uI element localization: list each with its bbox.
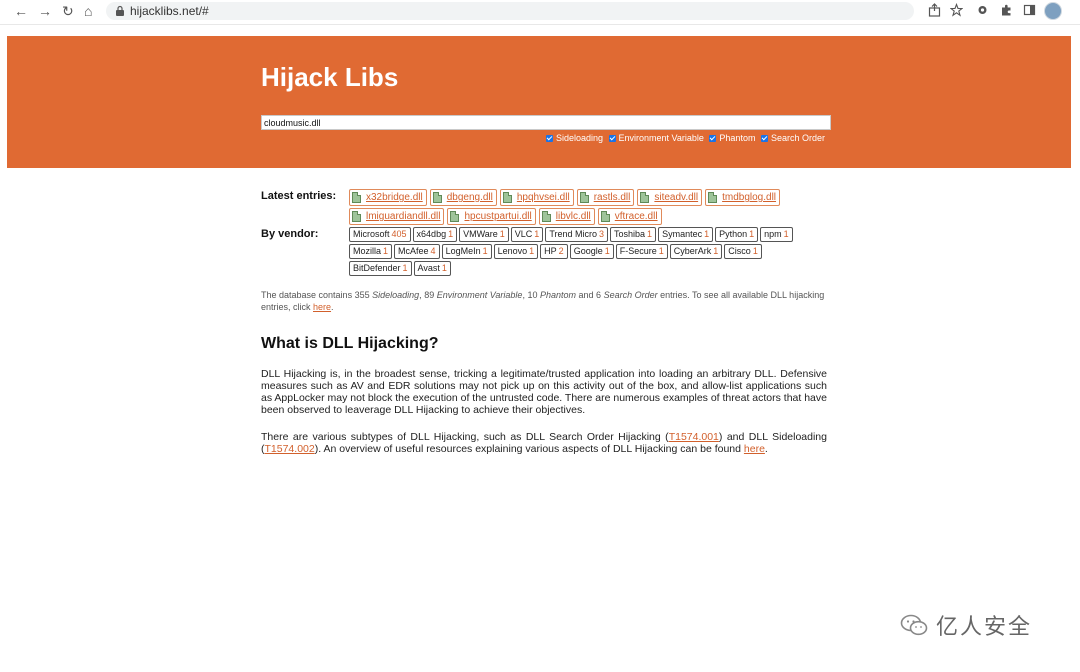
resources-link[interactable]: here — [744, 443, 765, 455]
filter-sideloading[interactable]: Sideloading — [545, 132, 603, 144]
t1574-001-link[interactable]: T1574.001 — [669, 431, 719, 443]
vendor-chip[interactable]: Python 1 — [715, 227, 759, 242]
browser-toolbar: ← → ↻ ⌂ hijacklibs.net/# — [0, 0, 1080, 25]
dll-file-icon — [502, 192, 512, 203]
vendor-chip[interactable]: Google 1 — [569, 244, 614, 259]
checkbox-checked[interactable] — [709, 134, 717, 142]
lock-icon — [116, 5, 124, 16]
bookmark-star-icon[interactable] — [950, 3, 963, 17]
subtypes-paragraph: There are various subtypes of DLL Hijack… — [261, 431, 827, 455]
vendor-chip[interactable]: Toshiba 1 — [610, 227, 657, 242]
dll-entry-link[interactable]: x32bridge.dll — [349, 189, 427, 206]
latest-entries-list: x32bridge.dll dbgeng.dll hpqhvsei.dll ra… — [349, 189, 809, 225]
side-panel-icon[interactable] — [1023, 3, 1036, 17]
all-entries-link[interactable]: here — [313, 302, 331, 312]
vendor-chip[interactable]: F-Secure 1 — [615, 244, 668, 259]
section-title: What is DLL Hijacking? — [261, 335, 439, 352]
dll-file-icon — [600, 211, 610, 222]
home-icon[interactable]: ⌂ — [84, 3, 92, 19]
vendor-chip[interactable]: x64dbg 1 — [412, 227, 458, 242]
vendor-chip[interactable]: Microsoft 405 — [349, 227, 411, 242]
wechat-logo-icon — [900, 614, 928, 636]
checkbox-checked[interactable] — [545, 134, 553, 142]
dll-entry-link[interactable]: hpcustpartui.dll — [447, 208, 536, 225]
vendor-chip[interactable]: Lenovo 1 — [493, 244, 539, 259]
vendor-chip[interactable]: VLC 1 — [510, 227, 544, 242]
dll-entry-link[interactable]: dbgeng.dll — [429, 189, 497, 206]
vendor-chip[interactable]: Avast 1 — [413, 261, 451, 276]
filter-checkboxes: Sideloading Environment Variable Phantom… — [543, 132, 825, 145]
vendor-chip[interactable]: LogMeIn 1 — [441, 244, 492, 259]
site-title[interactable]: Hijack Libs — [261, 62, 398, 92]
dll-file-icon — [352, 192, 361, 203]
filter-phantom[interactable]: Phantom — [709, 132, 755, 144]
dll-entry-link[interactable]: siteadv.dll — [637, 189, 703, 206]
vendor-chip[interactable]: npm 1 — [760, 227, 793, 242]
address-bar[interactable]: hijacklibs.net/# — [106, 2, 914, 20]
vendor-chip[interactable]: VMWare 1 — [459, 227, 509, 242]
dll-entry-link[interactable]: tmdbglog.dll — [705, 189, 781, 206]
dll-entry-link[interactable]: lmiguardiandll.dll — [349, 208, 445, 225]
vendor-chip[interactable]: McAfee 4 — [394, 244, 440, 259]
vendor-chip[interactable]: HP 2 — [540, 244, 568, 259]
t1574-002-link[interactable]: T1574.002 — [265, 443, 315, 455]
checkbox-checked[interactable] — [760, 134, 768, 142]
vendor-list: Microsoft 405 x64dbg 1 VMWare 1 VLC 1 Trend … — [349, 227, 799, 276]
intro-paragraph: DLL Hijacking is, in the broadest sense,… — [261, 368, 827, 416]
dll-entry-link[interactable]: libvlc.dll — [538, 208, 595, 225]
dll-file-icon — [432, 192, 442, 203]
latest-entries-label: Latest entries: — [261, 190, 337, 202]
vendor-chip[interactable]: Mozilla 1 — [349, 244, 393, 259]
filter-environment-variable[interactable]: Environment Variable — [608, 132, 704, 144]
dll-file-icon — [640, 192, 650, 203]
dll-file-icon — [579, 192, 589, 203]
dll-file-icon — [708, 192, 718, 203]
vendor-chip[interactable]: BitDefender 1 — [349, 261, 412, 276]
vendor-chip[interactable]: Trend Micro 3 — [545, 227, 609, 242]
extensions-puzzle-icon[interactable] — [1000, 3, 1013, 17]
reload-icon[interactable]: ↻ — [62, 3, 74, 19]
dll-entry-link[interactable]: vftrace.dll — [597, 208, 662, 225]
hero-banner: Hijack Libs Sideloading Environment Vari… — [7, 36, 1071, 168]
forward-arrow-icon[interactable]: → — [38, 3, 52, 19]
database-summary: The database contains 355 Sideloading, 8… — [261, 290, 825, 312]
checkbox-checked[interactable] — [608, 134, 616, 142]
filter-search-order[interactable]: Search Order — [760, 132, 825, 144]
wechat-watermark: 亿人安全 — [900, 612, 1033, 639]
share-icon[interactable] — [928, 3, 941, 17]
dll-file-icon — [541, 211, 551, 222]
dll-file-icon — [450, 211, 460, 222]
dll-entry-link[interactable]: hpqhvsei.dll — [499, 189, 574, 206]
search-input[interactable] — [261, 115, 831, 130]
dll-file-icon — [352, 211, 361, 222]
extension-gear-icon[interactable] — [976, 3, 989, 17]
dll-entry-link[interactable]: rastls.dll — [576, 189, 635, 206]
vendor-chip[interactable]: CyberArk 1 — [669, 244, 723, 259]
vendor-chip[interactable]: Cisco 1 — [724, 244, 762, 259]
watermark-text: 亿人安全 — [936, 614, 1033, 639]
address-text: hijacklibs.net/# — [130, 4, 209, 18]
vendor-chip[interactable]: Symantec 1 — [658, 227, 714, 242]
profile-avatar[interactable] — [1044, 2, 1062, 20]
by-vendor-label: By vendor: — [261, 228, 319, 240]
back-arrow-icon[interactable]: ← — [14, 3, 28, 19]
